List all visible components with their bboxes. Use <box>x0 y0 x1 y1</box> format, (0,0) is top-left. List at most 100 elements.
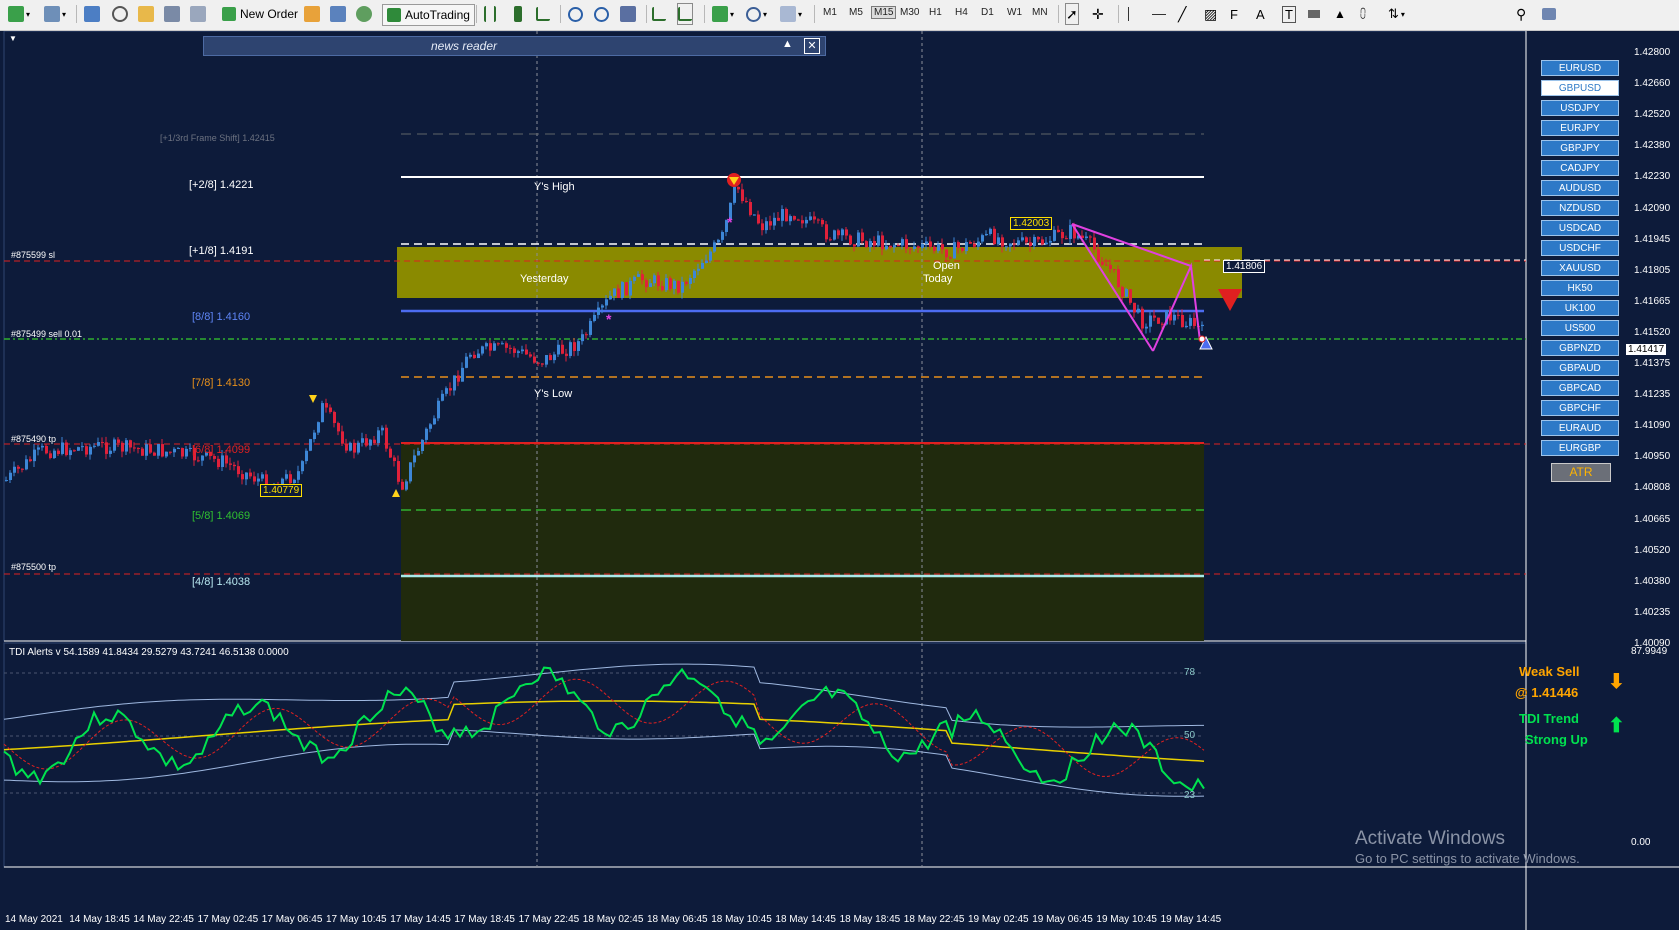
symbol-button-us500[interactable]: US500 <box>1541 320 1619 336</box>
favorites-icon[interactable] <box>138 4 154 24</box>
symbol-button-gbpusd[interactable]: GBPUSD <box>1541 80 1619 96</box>
atr-button[interactable]: ATR <box>1551 463 1611 482</box>
timeframe-mn[interactable]: MN <box>1032 7 1048 18</box>
timeframe-w1[interactable]: W1 <box>1007 7 1022 18</box>
new-chart-icon[interactable]: ▾ <box>8 4 30 24</box>
timeframe-h4[interactable]: H4 <box>955 7 968 18</box>
text-label-icon[interactable]: T <box>1282 4 1296 24</box>
symbol-button-cadjpy[interactable]: CADJPY <box>1541 160 1619 176</box>
zoom-out-icon[interactable] <box>594 4 609 24</box>
candle-body <box>1113 269 1116 271</box>
candle-body <box>545 355 548 365</box>
candle-body <box>797 219 800 221</box>
new-order-button[interactable]: New Order <box>222 4 298 24</box>
symbol-button-hk50[interactable]: HK50 <box>1541 280 1619 296</box>
candle-body <box>297 471 300 480</box>
frame-shift-label: [+1/3rd Frame Shift] 1.42415 <box>160 133 275 143</box>
zoom-in-icon[interactable] <box>568 4 583 24</box>
tile-windows-icon[interactable] <box>620 4 636 24</box>
symbol-button-audusd[interactable]: AUDUSD <box>1541 180 1619 196</box>
symbol-button-gbpnzd[interactable]: GBPNZD <box>1541 340 1619 356</box>
fibonacci-icon[interactable]: F <box>1230 4 1238 24</box>
signals-icon[interactable] <box>330 4 346 24</box>
timeframe-m15[interactable]: M15 <box>870 6 897 19</box>
terminal-icon[interactable] <box>164 4 180 24</box>
symbol-button-gbpcad[interactable]: GBPCAD <box>1541 380 1619 396</box>
chart-shift-icon[interactable] <box>677 3 693 25</box>
trendline-icon[interactable]: ╱ <box>1178 4 1186 24</box>
candle-body <box>17 466 20 469</box>
candle-body <box>661 286 664 291</box>
crosshair-icon[interactable]: ✛ <box>1092 4 1104 24</box>
open-label: Open <box>933 260 960 272</box>
news-reader-bar[interactable]: news reader ▲ ✕ <box>203 36 826 56</box>
symbol-button-nzdusd[interactable]: NZDUSD <box>1541 200 1619 216</box>
cursor-icon[interactable]: ➚ <box>1065 3 1079 25</box>
candle-body <box>941 244 944 250</box>
templates-icon[interactable]: ▾ <box>780 4 802 24</box>
candle-body <box>217 458 220 467</box>
bar-chart-icon[interactable] <box>484 4 496 24</box>
candle-body <box>645 280 648 288</box>
candle-body <box>1089 236 1092 238</box>
rectangle-icon[interactable] <box>1308 4 1320 24</box>
timeframe-m30[interactable]: M30 <box>900 7 919 18</box>
autotrading-button[interactable]: AutoTrading <box>382 4 475 26</box>
arrows-icon[interactable]: ⇅ ▾ <box>1388 4 1405 24</box>
symbol-button-eurgbp[interactable]: EURGBP <box>1541 440 1619 456</box>
current-price-tag: 1.41417 <box>1626 344 1667 355</box>
symbol-button-eurjpy[interactable]: EURJPY <box>1541 120 1619 136</box>
autoscroll-icon[interactable] <box>652 4 666 24</box>
chart-window[interactable]: * * news reader ▲ ✕ ▼ [+1/3rd Frame Shif… <box>0 31 1679 930</box>
candle-body <box>861 232 864 242</box>
channel-icon[interactable]: ▨ <box>1204 4 1217 24</box>
fibo-fan-icon[interactable]: ⩇ <box>1360 4 1366 24</box>
candle-body <box>521 349 524 352</box>
candle-body <box>21 468 24 470</box>
candle-body <box>537 362 540 364</box>
candle-body <box>165 451 168 457</box>
candle-body <box>477 353 480 359</box>
tester-icon[interactable] <box>190 4 206 24</box>
candle-body <box>1117 269 1120 287</box>
symbol-button-usdcad[interactable]: USDCAD <box>1541 220 1619 236</box>
date-axis-tick: 18 May 06:45 <box>647 914 708 925</box>
candle-body <box>873 241 876 246</box>
metaeditor-icon[interactable] <box>304 4 320 24</box>
line-chart-icon[interactable] <box>536 4 550 24</box>
horizontal-line-icon[interactable] <box>1152 4 1166 24</box>
timeframe-m5[interactable]: M5 <box>849 7 863 18</box>
text-icon[interactable]: A <box>1256 4 1265 24</box>
chart-menu-triangle-icon[interactable]: ▼ <box>9 34 17 43</box>
triangle-icon[interactable]: ▲ <box>1334 4 1346 24</box>
market-icon[interactable] <box>356 4 372 24</box>
vertical-line-icon[interactable] <box>1128 4 1129 24</box>
timeframe-d1[interactable]: D1 <box>981 7 994 18</box>
price-axis-tick: 1.41235 <box>1634 389 1671 401</box>
symbol-button-uk100[interactable]: UK100 <box>1541 300 1619 316</box>
candlestick-icon[interactable] <box>510 4 522 24</box>
profiles-icon[interactable]: ▾ <box>44 4 66 24</box>
market-watch-icon[interactable] <box>84 4 100 24</box>
symbol-button-gbpchf[interactable]: GBPCHF <box>1541 400 1619 416</box>
symbol-button-eurusd[interactable]: EURUSD <box>1541 60 1619 76</box>
timeframe-h1[interactable]: H1 <box>929 7 942 18</box>
crosshair-nav-icon[interactable] <box>112 4 128 24</box>
price-chart-canvas[interactable]: * * <box>0 31 1679 930</box>
symbol-button-usdjpy[interactable]: USDJPY <box>1541 100 1619 116</box>
symbol-button-usdchf[interactable]: USDCHF <box>1541 240 1619 256</box>
symbol-button-gbpaud[interactable]: GBPAUD <box>1541 360 1619 376</box>
collapse-icon[interactable]: ▲ <box>782 38 793 50</box>
chat-icon[interactable] <box>1542 4 1556 24</box>
symbol-button-gbpjpy[interactable]: GBPJPY <box>1541 140 1619 156</box>
periods-icon[interactable]: ▾ <box>746 4 767 24</box>
search-icon[interactable]: ⚲ <box>1516 4 1526 24</box>
timeframe-m1[interactable]: M1 <box>823 7 837 18</box>
candle-body <box>705 260 708 263</box>
indicators-icon[interactable]: ▾ <box>712 4 734 24</box>
symbol-button-xauusd[interactable]: XAUUSD <box>1541 260 1619 276</box>
candle-body <box>937 244 940 251</box>
symbol-button-euraud[interactable]: EURAUD <box>1541 420 1619 436</box>
close-icon[interactable]: ✕ <box>804 38 820 54</box>
candle-body <box>197 460 200 462</box>
